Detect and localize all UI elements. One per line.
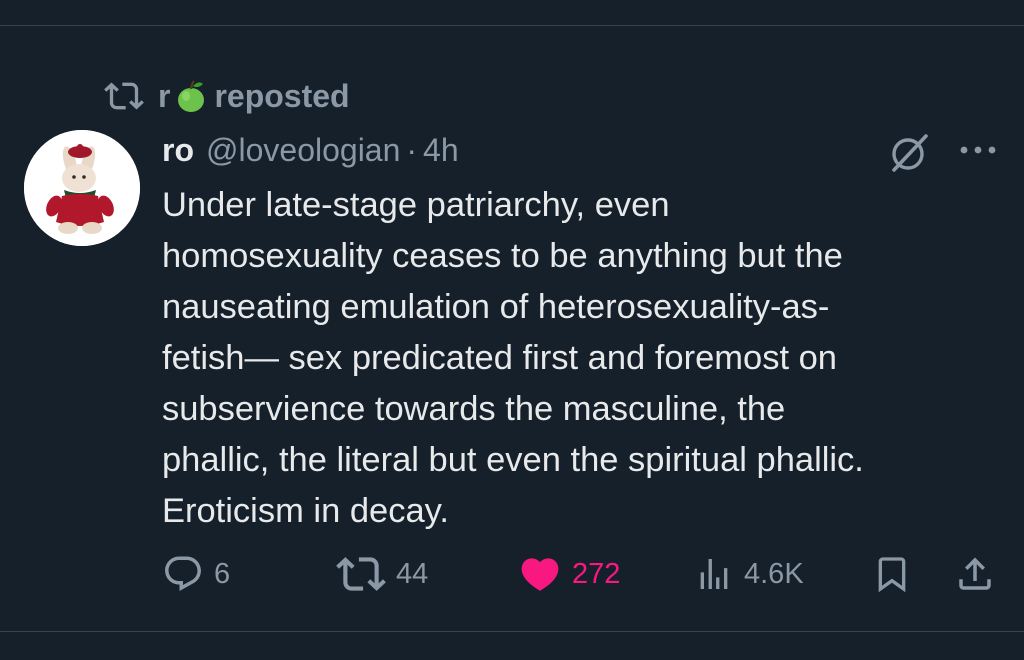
repost-count: 44 bbox=[396, 557, 429, 590]
more-options-icon[interactable] bbox=[956, 140, 1000, 160]
views-count: 4.6K bbox=[744, 557, 804, 590]
grok-icon[interactable] bbox=[888, 130, 932, 174]
like-button[interactable]: 272 bbox=[518, 548, 620, 600]
repost-label: reposted bbox=[214, 77, 350, 114]
repost-action-icon bbox=[336, 557, 386, 591]
bunny-plush-avatar-image bbox=[24, 130, 140, 246]
timestamp[interactable]: 4h bbox=[423, 132, 459, 169]
reply-icon bbox=[165, 556, 201, 591]
header-separator: · bbox=[406, 131, 418, 168]
avatar[interactable] bbox=[24, 130, 140, 246]
repost-indicator[interactable]: r reposted bbox=[104, 74, 350, 118]
heart-filled-icon bbox=[521, 558, 559, 591]
top-divider bbox=[0, 25, 1024, 26]
share-icon bbox=[959, 557, 991, 590]
reposter-name[interactable]: r bbox=[158, 78, 170, 115]
views-button[interactable]: 4.6K bbox=[694, 548, 804, 600]
bookmark-button[interactable] bbox=[872, 548, 912, 600]
share-button[interactable] bbox=[954, 548, 996, 600]
like-count: 272 bbox=[572, 557, 621, 590]
action-bar: 6 44 272 4.6K bbox=[0, 548, 1024, 600]
tweet-text: Under late-stage patriarchy, even homose… bbox=[162, 186, 864, 530]
display-name[interactable]: ro bbox=[162, 132, 194, 169]
tweet-header: ro @loveologian · 4h bbox=[162, 126, 459, 174]
user-handle[interactable]: @loveologian bbox=[206, 132, 400, 169]
reply-count: 6 bbox=[214, 557, 231, 590]
green-apple-icon bbox=[178, 80, 205, 112]
views-chart-icon bbox=[700, 559, 728, 589]
reply-button[interactable]: 6 bbox=[162, 548, 230, 600]
bookmark-icon bbox=[878, 557, 906, 593]
bottom-divider bbox=[0, 631, 1024, 632]
repost-button[interactable]: 44 bbox=[336, 548, 428, 600]
repost-icon bbox=[104, 82, 144, 110]
